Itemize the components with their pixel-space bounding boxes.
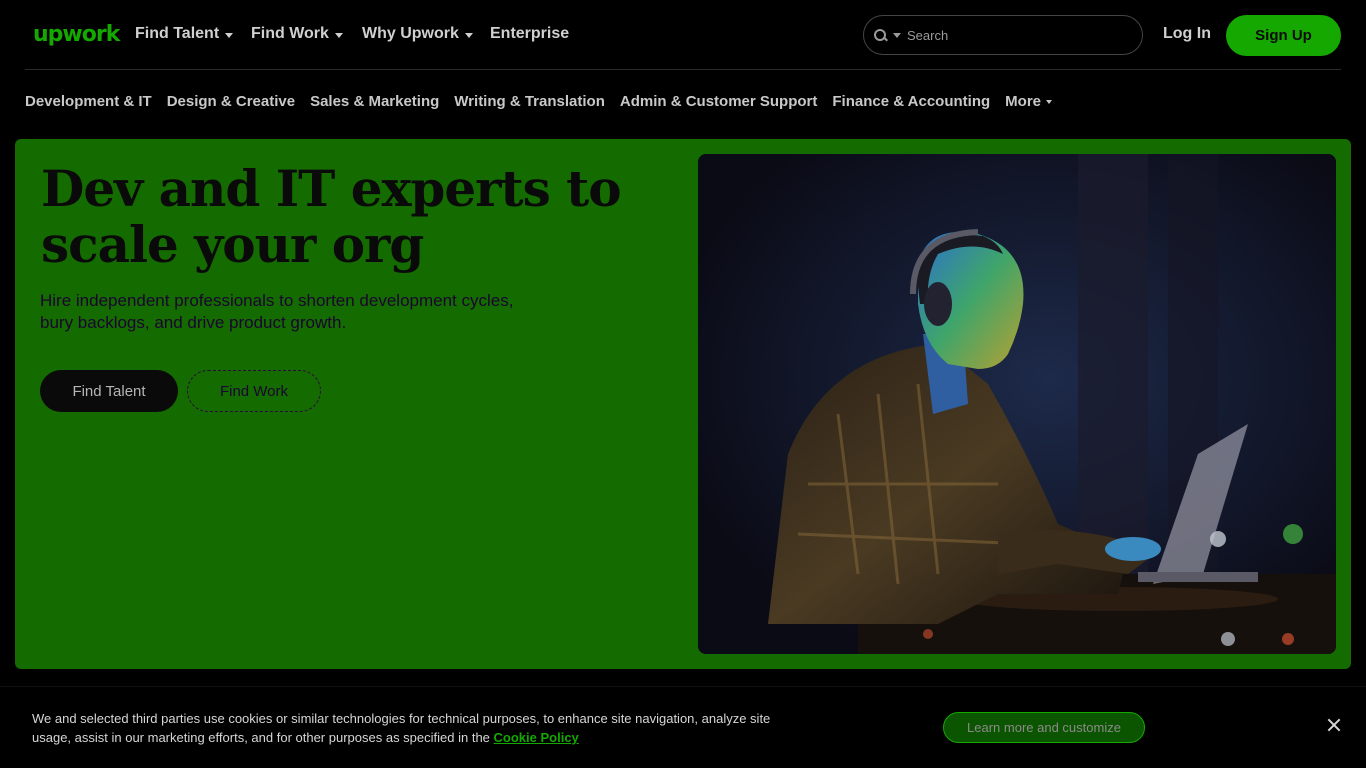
category-writing-translation[interactable]: Writing & Translation	[454, 93, 605, 110]
category-development-it[interactable]: Development & IT	[25, 93, 152, 110]
chevron-down-icon	[1046, 100, 1053, 104]
category-more[interactable]: More	[1005, 93, 1053, 110]
category-design-creative[interactable]: Design & Creative	[167, 93, 295, 110]
header-divider	[25, 69, 1341, 70]
category-finance-accounting[interactable]: Finance & Accounting	[832, 93, 990, 110]
cookie-policy-link[interactable]: Cookie Policy	[494, 730, 579, 745]
hero-subtext: Hire independent professionals to shorte…	[40, 291, 514, 332]
nav-why-upwork[interactable]: Why Upwork	[362, 25, 473, 43]
nav-find-talent-label: Find Talent	[135, 25, 220, 42]
cookie-message: We and selected third parties use cookie…	[32, 711, 771, 745]
nav-find-talent[interactable]: Find Talent	[135, 25, 234, 43]
search-bar[interactable]	[863, 15, 1143, 55]
developer-at-laptop-illustration	[698, 154, 1336, 654]
find-talent-button[interactable]: Find Talent	[40, 370, 178, 412]
category-more-label: More	[1005, 93, 1042, 110]
chevron-down-icon	[225, 32, 234, 38]
nav-find-work[interactable]: Find Work	[251, 25, 343, 43]
nav-find-work-label: Find Work	[251, 25, 329, 42]
hero-section: Dev and IT experts to scale your org Hir…	[15, 139, 1351, 669]
chevron-down-icon	[334, 32, 343, 38]
hero-headline: Dev and IT experts to scale your org	[41, 159, 622, 274]
login-link[interactable]: Log In	[1163, 25, 1211, 43]
upwork-logo[interactable]: upwork	[33, 22, 120, 47]
nav-enterprise[interactable]: Enterprise	[490, 25, 569, 43]
search-icon[interactable]	[874, 28, 887, 42]
cookie-customize-button[interactable]: Learn more and customize	[943, 712, 1145, 743]
cookie-text: We and selected third parties use cookie…	[32, 709, 772, 747]
top-navigation: upwork Find Talent Find Work Why Upwork …	[0, 0, 1366, 70]
category-bar: Development & IT Design & Creative Sales…	[25, 93, 1053, 110]
close-icon[interactable]	[1326, 717, 1342, 733]
cookie-banner: We and selected third parties use cookie…	[0, 686, 1366, 768]
search-input[interactable]	[907, 27, 1107, 43]
category-sales-marketing[interactable]: Sales & Marketing	[310, 93, 439, 110]
nav-why-upwork-label: Why Upwork	[362, 25, 459, 42]
hero-image	[698, 154, 1336, 654]
find-work-button[interactable]: Find Work	[187, 370, 321, 412]
category-admin-support[interactable]: Admin & Customer Support	[620, 93, 818, 110]
nav-enterprise-label: Enterprise	[490, 25, 570, 42]
chevron-down-icon	[464, 32, 473, 38]
search-type-dropdown-icon[interactable]	[893, 32, 901, 38]
signup-button[interactable]: Sign Up	[1226, 15, 1341, 56]
